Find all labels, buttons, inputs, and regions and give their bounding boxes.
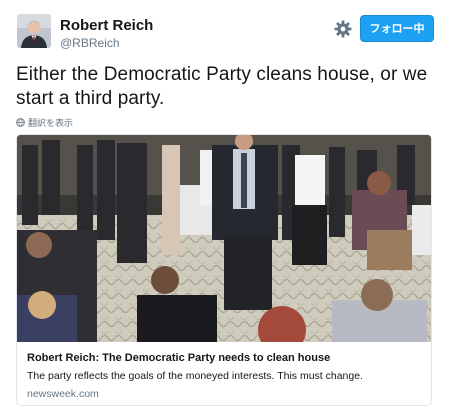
card-photo xyxy=(17,135,431,354)
author-name[interactable]: Robert Reich xyxy=(60,17,153,35)
author-handle[interactable]: @RBReich xyxy=(60,36,120,50)
following-button[interactable]: フォロー中 xyxy=(360,15,434,42)
globe-icon xyxy=(16,118,25,127)
card-description: The party reflects the goals of the mone… xyxy=(27,370,363,382)
translate-link[interactable]: 翻訳を表示 xyxy=(16,117,73,129)
gear-icon[interactable] xyxy=(333,19,353,39)
card-title: Robert Reich: The Democratic Party needs… xyxy=(27,352,331,364)
translate-label: 翻訳を表示 xyxy=(28,118,74,128)
card-domain: newsweek.com xyxy=(27,388,99,400)
tweet: Robert Reich @RBReich フォロー中 Either the D… xyxy=(0,0,450,408)
tweet-text: Either the Democratic Party cleans house… xyxy=(16,64,428,109)
link-card[interactable]: Robert Reich: The Democratic Party needs… xyxy=(16,134,432,406)
avatar[interactable] xyxy=(17,14,51,48)
